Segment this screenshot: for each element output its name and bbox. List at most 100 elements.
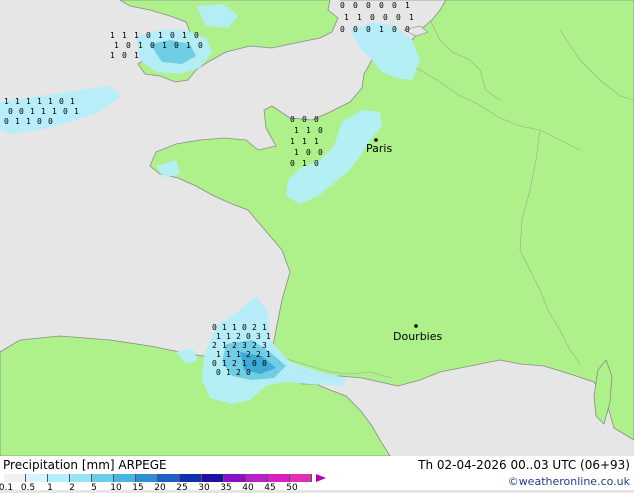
scale-label: 35: [220, 483, 232, 493]
grid-value: 0: [383, 13, 388, 22]
grid-value: 1: [266, 332, 271, 341]
grid-value: 1: [158, 31, 163, 40]
grid-value: 1: [262, 323, 267, 332]
grid-value: 1: [216, 350, 221, 359]
grid-value: 1: [222, 323, 227, 332]
grid-value: 2: [236, 368, 241, 377]
grid-value: 2: [232, 359, 237, 368]
grid-value: 0: [262, 359, 267, 368]
color-scale: [4, 474, 312, 482]
grid-value: 1: [357, 13, 362, 22]
grid-value: 1: [182, 31, 187, 40]
grid-value: 1: [15, 117, 20, 126]
grid-value: 0: [340, 25, 345, 34]
city-marker: [414, 324, 418, 328]
grid-value: 1: [30, 107, 35, 116]
grid-value: 1: [110, 31, 115, 40]
grid-value: 1: [379, 25, 384, 34]
grid-value: 1: [226, 350, 231, 359]
grid-value: 1: [134, 31, 139, 40]
grid-value: 0: [174, 41, 179, 50]
grid-value: 0: [246, 332, 251, 341]
grid-value: 1: [74, 107, 79, 116]
grid-value: 1: [314, 137, 319, 146]
scale-swatch: [136, 474, 158, 482]
grid-value: 1: [134, 51, 139, 60]
grid-value: 0: [198, 41, 203, 50]
grid-value: 0: [366, 25, 371, 34]
grid-value: 0: [318, 148, 323, 157]
grid-value: 1: [15, 97, 20, 106]
grid-value: 0: [19, 107, 24, 116]
scale-label: 15: [132, 483, 144, 493]
grid-value: 1: [302, 159, 307, 168]
grid-value: 1: [290, 137, 295, 146]
valid-time: Th 02-04-2026 00..03 UTC (06+93): [418, 458, 630, 472]
grid-value: 0: [290, 115, 295, 124]
grid-value: 0: [392, 25, 397, 34]
scale-swatch: [26, 474, 48, 482]
grid-value: 1: [226, 368, 231, 377]
scale-swatch: [158, 474, 180, 482]
grid-value: 1: [405, 1, 410, 10]
scale-swatch: [4, 474, 26, 482]
scale-label: 25: [176, 483, 188, 493]
grid-value: 0: [366, 1, 371, 10]
scale-swatch: [114, 474, 136, 482]
grid-value: 1: [344, 13, 349, 22]
grid-value: 0: [353, 25, 358, 34]
grid-value: 3: [262, 341, 267, 350]
grid-value: 1: [294, 148, 299, 157]
grid-value: 0: [4, 117, 9, 126]
grid-value: 1: [266, 350, 271, 359]
scale-swatch: [70, 474, 92, 482]
grid-value: 1: [26, 117, 31, 126]
grid-value: 0: [126, 41, 131, 50]
grid-value: 2: [252, 323, 257, 332]
grid-value: 0: [340, 1, 345, 10]
scale-swatch: [290, 474, 312, 482]
credit-link[interactable]: ©weatheronline.co.uk: [508, 475, 630, 488]
grid-value: 1: [302, 137, 307, 146]
grid-value: 1: [216, 332, 221, 341]
scale-swatch: [224, 474, 246, 482]
scale-swatch: [202, 474, 224, 482]
grid-value: 1: [186, 41, 191, 50]
grid-value: 1: [162, 41, 167, 50]
grid-value: 0: [290, 159, 295, 168]
grid-value: 0: [122, 51, 127, 60]
grid-value: 0: [37, 117, 42, 126]
scale-swatch: [48, 474, 70, 482]
scale-label: 0.5: [20, 483, 36, 493]
scale-label: 5: [91, 483, 97, 493]
scale-label: 10: [110, 483, 122, 493]
city-label: Dourbies: [393, 330, 443, 343]
grid-value: 0: [150, 41, 155, 50]
grid-value: 2: [236, 332, 241, 341]
scale-label: 50: [286, 483, 298, 493]
precipitation-map: 1 1 1 0 1 0 1 01 0 1 0 1 0 1 01 0 1 1 1 1 1 1 0 10 0 1 1 1 0 10 1 1 0 0 …: [0, 0, 634, 456]
grid-value: 0: [212, 359, 217, 368]
scale-label: 45: [264, 483, 276, 493]
grid-value: 0: [146, 31, 151, 40]
grid-value: 0: [246, 368, 251, 377]
grid-value: 0: [170, 31, 175, 40]
legend-footer: Precipitation [mm] ARPEGE Th 02-04-2026 …: [0, 456, 634, 493]
grid-value: 1: [48, 97, 53, 106]
grid-value: 2: [246, 350, 251, 359]
color-scale-arrow: [316, 474, 326, 482]
grid-value: 1: [41, 107, 46, 116]
grid-value: 0: [242, 323, 247, 332]
grid-value: 0: [59, 97, 64, 106]
grid-value: 0: [379, 1, 384, 10]
grid-value: 1: [409, 13, 414, 22]
grid-value: 0: [302, 115, 307, 124]
grid-value: 1: [232, 323, 237, 332]
grid-value: 1: [294, 126, 299, 135]
city-label: Paris: [366, 142, 392, 155]
grid-value: 0: [216, 368, 221, 377]
grid-value: 0: [8, 107, 13, 116]
grid-value: 0: [370, 13, 375, 22]
grid-value: 1: [52, 107, 57, 116]
grid-value: 0: [318, 126, 323, 135]
